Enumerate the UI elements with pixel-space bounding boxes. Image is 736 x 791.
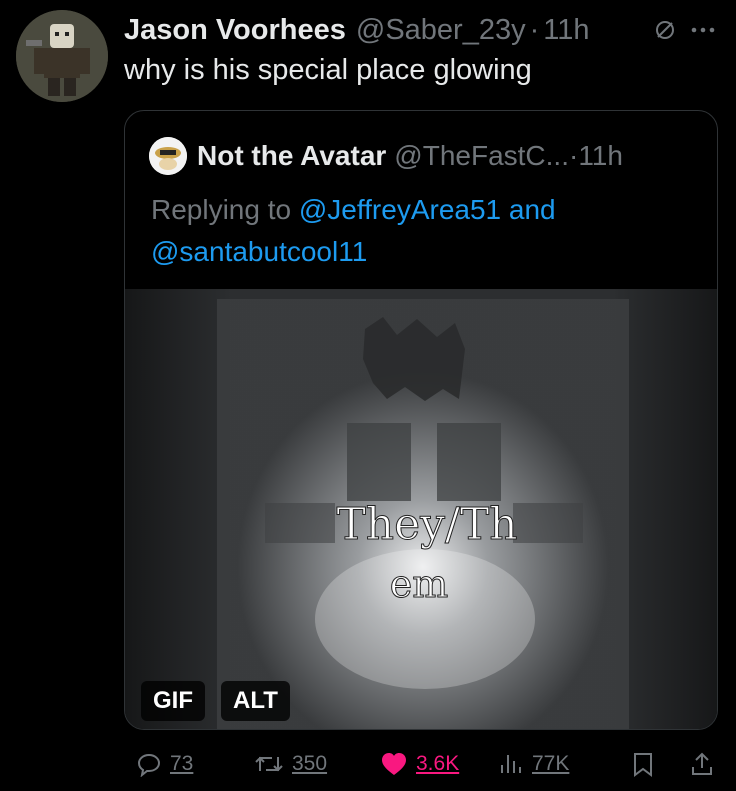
alt-badge[interactable]: ALT [221, 681, 290, 721]
quote-author-handle[interactable]: @TheFastC... [394, 140, 569, 172]
tweet-time[interactable]: 11h [543, 14, 589, 47]
views-icon [498, 751, 524, 777]
avatar[interactable] [16, 10, 108, 102]
mute-icon[interactable] [654, 19, 676, 41]
replying-prefix: Replying to [151, 194, 292, 225]
quote-avatar[interactable] [149, 137, 187, 175]
separator-dot: · [529, 13, 540, 46]
quote-author-name[interactable]: Not the Avatar [197, 140, 386, 172]
repost-button[interactable]: 350 [254, 751, 327, 777]
quote-separator-dot: · [568, 140, 579, 171]
bookmark-icon [632, 751, 654, 777]
gif-caption-line1: They/Th [336, 499, 517, 550]
replying-to: Replying to @JeffreyArea51 and @santabut… [151, 189, 691, 273]
gif-image: They/Th em [125, 289, 717, 729]
like-count: 3.6K [416, 752, 460, 775]
mention-jeffreyarea51[interactable]: @JeffreyArea51 [299, 194, 501, 225]
reply-button[interactable]: 73 [136, 751, 193, 777]
share-button[interactable] [690, 751, 714, 777]
gif-caption-line2: em [390, 562, 449, 606]
quoted-tweet[interactable]: Not the Avatar @TheFastC... · 11h Replyi… [124, 110, 718, 730]
mention-conjunction: and [508, 194, 556, 225]
quote-time[interactable]: 11h [578, 140, 623, 172]
action-bar: 73 350 3.6K 77K [124, 744, 724, 784]
reply-count: 73 [170, 752, 194, 775]
tweet-text: why is his special place glowing [124, 54, 532, 86]
share-icon [690, 751, 714, 777]
views-count: 77K [532, 752, 570, 775]
author-name[interactable]: Jason Voorhees [124, 14, 346, 47]
bookmark-button[interactable] [632, 751, 654, 777]
gif-media[interactable]: They/Th em GIF ALT [125, 289, 717, 729]
gif-badge[interactable]: GIF [141, 681, 205, 721]
like-icon [380, 751, 408, 777]
author-handle[interactable]: @Saber_23y [356, 14, 526, 47]
repost-count: 350 [292, 752, 328, 775]
like-button[interactable]: 3.6K [380, 751, 459, 777]
quote-header: Not the Avatar @TheFastC... · 11h [149, 137, 623, 175]
repost-icon [254, 751, 284, 777]
more-icon[interactable] [690, 26, 716, 34]
reply-icon [136, 751, 162, 777]
avatar-image [16, 10, 108, 102]
tweet-header: Jason Voorhees @Saber_23y · 11h [124, 8, 716, 52]
views-button[interactable]: 77K [498, 751, 569, 777]
header-icons [654, 19, 716, 41]
mention-santabutcool11[interactable]: @santabutcool11 [151, 236, 367, 267]
